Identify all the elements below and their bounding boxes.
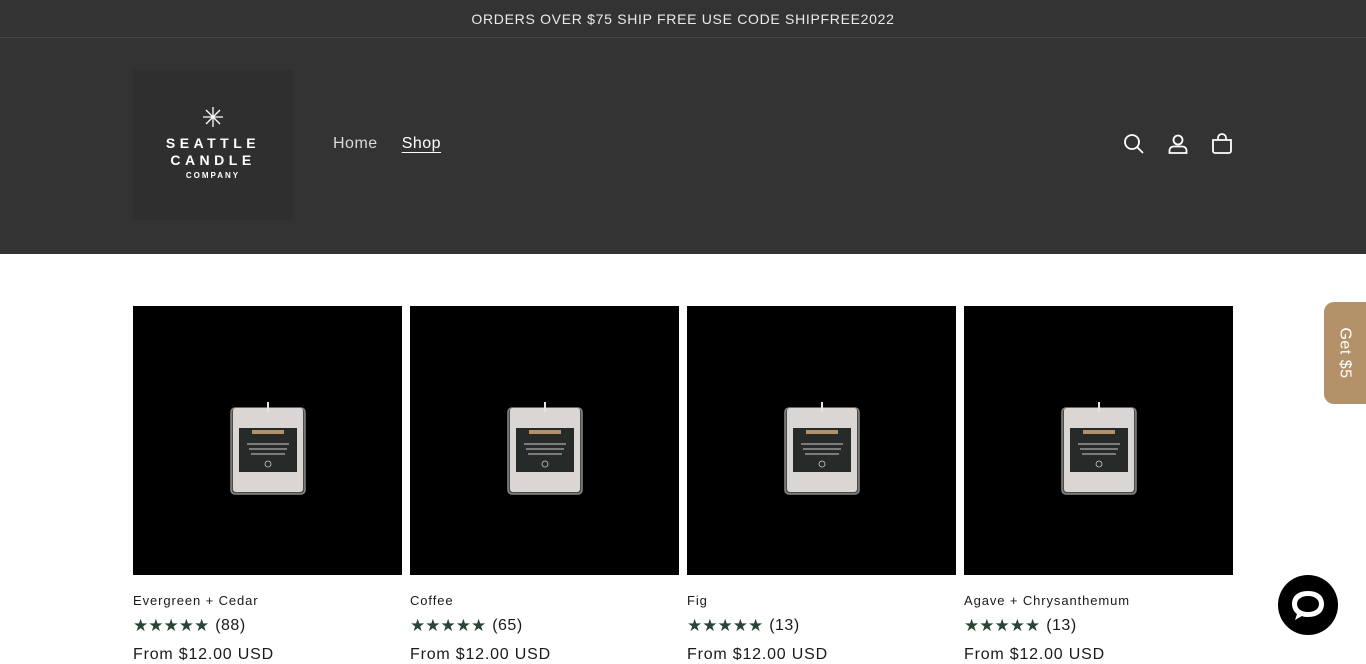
review-count: (65)	[492, 617, 523, 634]
product-rating: ★★★★★ (88)	[133, 616, 402, 636]
star-logo-icon	[203, 107, 223, 127]
product-price: From $12.00 USD	[410, 646, 551, 663]
logo-line-2: CANDLE	[170, 152, 256, 168]
product-grid: Evergreen + Cedar ★★★★★ (88) From $12.00…	[133, 306, 1233, 664]
site-header: SEATTLE CANDLE COMPANY Home Shop	[0, 38, 1366, 254]
product-image[interactable]	[133, 306, 402, 575]
product-card[interactable]: Evergreen + Cedar ★★★★★ (88) From $12.00…	[133, 306, 402, 664]
product-rating: ★★★★★ (65)	[410, 616, 679, 636]
product-title[interactable]: Coffee	[410, 593, 679, 608]
nav-home[interactable]: Home	[333, 135, 378, 153]
product-rating: ★★★★★ (13)	[964, 616, 1233, 636]
product-title[interactable]: Fig	[687, 593, 956, 608]
product-rating: ★★★★★ (13)	[687, 616, 956, 636]
product-price: From $12.00 USD	[964, 646, 1105, 663]
nav-shop[interactable]: Shop	[402, 135, 441, 153]
logo[interactable]: SEATTLE CANDLE COMPANY	[133, 70, 293, 220]
product-price: From $12.00 USD	[133, 646, 274, 663]
product-title[interactable]: Evergreen + Cedar	[133, 593, 402, 608]
product-title[interactable]: Agave + Chrysanthemum	[964, 593, 1233, 608]
candle-jar-icon	[230, 402, 306, 495]
product-card[interactable]: Agave + Chrysanthemum ★★★★★ (13) From $1…	[964, 306, 1233, 664]
candle-jar-icon	[1061, 402, 1137, 495]
cart-icon[interactable]	[1210, 132, 1234, 156]
rating-stars: ★★★★★	[410, 616, 487, 635]
main-nav: Home Shop	[333, 135, 441, 153]
product-image[interactable]	[687, 306, 956, 575]
rating-stars: ★★★★★	[964, 616, 1041, 635]
product-card[interactable]: Coffee ★★★★★ (65) From $12.00 USD	[410, 306, 679, 664]
announcement-bar: ORDERS OVER $75 SHIP FREE USE CODE SHIPF…	[0, 0, 1366, 38]
review-count: (13)	[769, 617, 800, 634]
candle-jar-icon	[507, 402, 583, 495]
get-five-label: Get $5	[1337, 327, 1354, 379]
review-count: (13)	[1046, 617, 1077, 634]
header-icons	[1122, 132, 1234, 156]
logo-line-3: COMPANY	[185, 171, 241, 180]
search-icon[interactable]	[1122, 132, 1146, 156]
chat-button[interactable]	[1278, 575, 1338, 635]
announcement-text: ORDERS OVER $75 SHIP FREE USE CODE SHIPF…	[471, 10, 895, 27]
rating-stars: ★★★★★	[687, 616, 764, 635]
candle-jar-icon	[784, 402, 860, 495]
product-image[interactable]	[410, 306, 679, 575]
review-count: (88)	[215, 617, 246, 634]
account-icon[interactable]	[1166, 132, 1190, 156]
chat-bubble-icon	[1292, 591, 1324, 620]
product-card[interactable]: Fig ★★★★★ (13) From $12.00 USD	[687, 306, 956, 664]
get-five-tab[interactable]: Get $5	[1324, 302, 1366, 404]
product-price: From $12.00 USD	[687, 646, 828, 663]
logo-line-1: SEATTLE	[165, 135, 261, 151]
product-image[interactable]	[964, 306, 1233, 575]
rating-stars: ★★★★★	[133, 616, 210, 635]
